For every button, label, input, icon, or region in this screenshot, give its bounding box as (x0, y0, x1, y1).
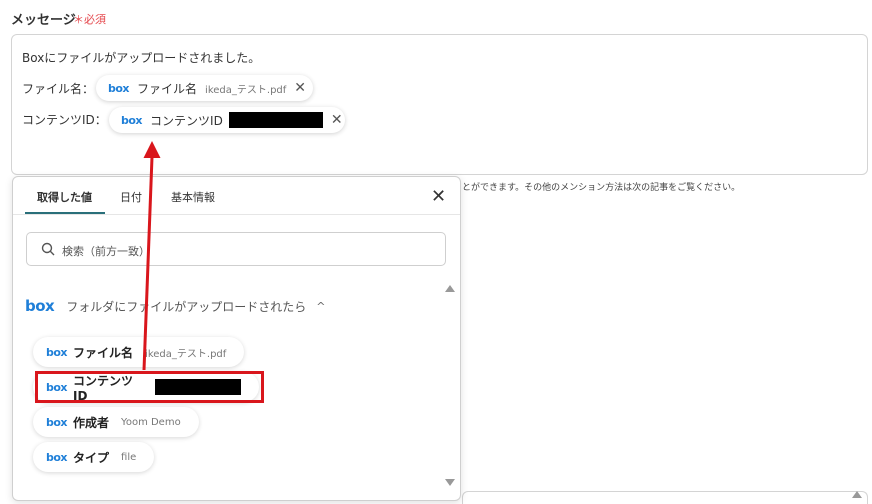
item-name: 作成者 (73, 415, 110, 430)
content-id-token[interactable]: box コンテンツID ✕ (109, 107, 345, 133)
value-item-creator[interactable]: box 作成者 Yoom Demo (33, 407, 199, 437)
scroll-down-icon[interactable] (445, 479, 455, 486)
close-icon[interactable]: ✕ (294, 80, 306, 96)
value-picker-popup: 取得した値 日付 基本情報 ✕ 検索（前方一致） box フォルダにファイルがア… (12, 176, 461, 501)
box-logo-icon: box (108, 81, 130, 95)
required-badge: ＊必須 (73, 13, 106, 26)
token-value: ikeda_テスト.pdf (205, 84, 287, 96)
value-item-type[interactable]: box タイプ file (33, 442, 155, 472)
value-item-file-name[interactable]: box ファイル名 ikeda_テスト.pdf (33, 337, 245, 367)
annotation-highlight-box (35, 371, 264, 403)
scroll-up-icon[interactable] (852, 491, 862, 498)
box-logo-icon: box (121, 113, 143, 127)
tab-basic-info[interactable]: 基本情報 (171, 189, 215, 205)
tab-divider (13, 214, 460, 215)
token-name: ファイル名 (137, 81, 198, 96)
field-label: メッセージ (11, 13, 76, 28)
box-logo-icon: box (46, 415, 68, 429)
item-value: file (121, 451, 137, 463)
box-logo-icon: box (46, 450, 68, 464)
next-field-edge (462, 491, 868, 504)
message-editor[interactable]: Boxにファイルがアップロードされました。 ファイル名： box ファイル名 i… (11, 34, 868, 175)
trigger-group-header[interactable]: box フォルダにファイルがアップロードされたら ^ (25, 297, 325, 315)
tab-acquired-values[interactable]: 取得した値 (37, 189, 92, 205)
file-name-label: ファイル名： (22, 82, 95, 96)
item-name: タイプ (73, 450, 110, 465)
search-input[interactable]: 検索（前方一致） (26, 232, 446, 266)
search-placeholder: 検索（前方一致） (62, 245, 150, 258)
token-name: コンテンツID (150, 113, 223, 128)
help-text: とができます。その他のメンション方法は次の記事をご覧ください。 (462, 183, 741, 193)
group-title: フォルダにファイルがアップロードされたら (66, 299, 307, 314)
scrollbar[interactable] (445, 297, 455, 475)
box-logo-icon: box (46, 345, 68, 359)
search-icon (41, 242, 55, 256)
item-value: ikeda_テスト.pdf (145, 348, 227, 360)
item-value: Yoom Demo (121, 416, 181, 428)
file-name-token[interactable]: box ファイル名 ikeda_テスト.pdf ✕ (96, 75, 313, 101)
editor-text-line: Boxにファイルがアップロードされました。 (22, 51, 261, 65)
chevron-up-icon[interactable]: ^ (316, 300, 325, 313)
content-id-label: コンテンツID： (22, 113, 107, 127)
redacted-value (228, 112, 323, 128)
box-logo-icon: box (25, 297, 55, 315)
item-name: ファイル名 (73, 345, 134, 360)
close-icon[interactable]: ✕ (431, 186, 446, 207)
scroll-up-icon[interactable] (445, 285, 455, 292)
tab-date[interactable]: 日付 (120, 189, 142, 205)
close-icon[interactable]: ✕ (331, 112, 343, 128)
